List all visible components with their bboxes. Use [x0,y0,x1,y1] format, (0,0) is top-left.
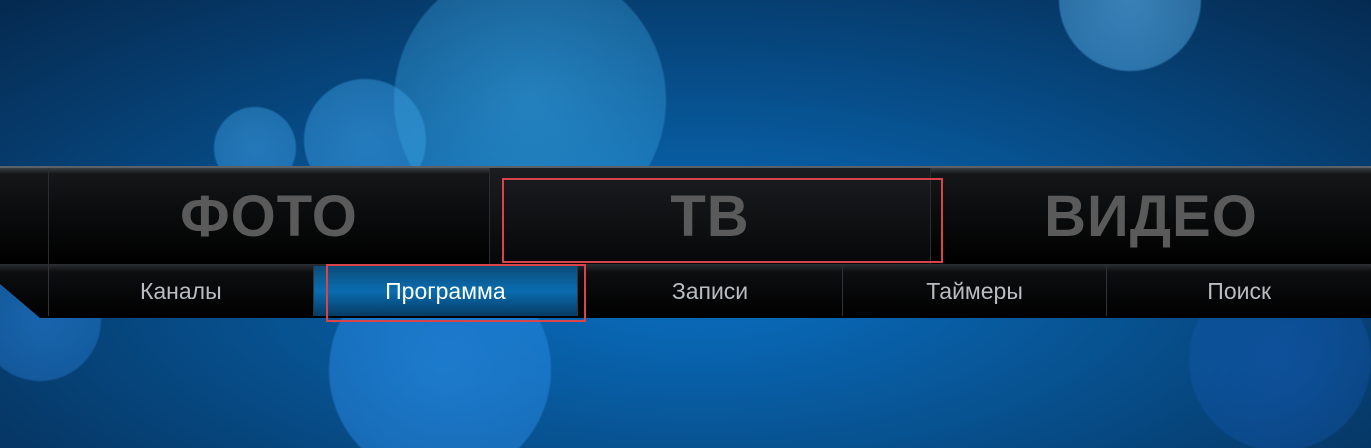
sub-menu-item-timers[interactable]: Таймеры [841,266,1107,316]
sub-menu-label: Записи [671,277,749,304]
tv-menu-screen: { "main_menu": { "items": [ {"label": "Ф… [0,0,1371,448]
sub-menu-item-channels[interactable]: Каналы [48,266,313,316]
main-menu: ФОТО ТВ ВИДЕО [48,168,1371,264]
main-menu-item-photo[interactable]: ФОТО [48,168,489,264]
main-menu-label: ФОТО [180,183,358,249]
main-menu-bar: ФОТО ТВ ВИДЕО [0,166,1371,264]
sub-menu: Каналы Программа Записи Таймеры Поиск [48,266,1371,316]
main-menu-label: ТВ [670,183,750,249]
sub-menu-label: Каналы [139,277,222,304]
main-menu-item-tv[interactable]: ТВ [489,168,930,264]
sub-menu-label: Программа [385,277,506,304]
sub-menu-label: Поиск [1207,277,1272,304]
sub-menu-label: Таймеры [926,277,1023,304]
sub-menu-item-guide[interactable]: Программа [312,266,578,316]
main-menu-label: ВИДЕО [1044,183,1258,249]
main-menu-item-video[interactable]: ВИДЕО [930,168,1371,264]
sub-menu-item-search[interactable]: Поиск [1106,266,1371,316]
sub-menu-item-recordings[interactable]: Записи [577,266,842,316]
